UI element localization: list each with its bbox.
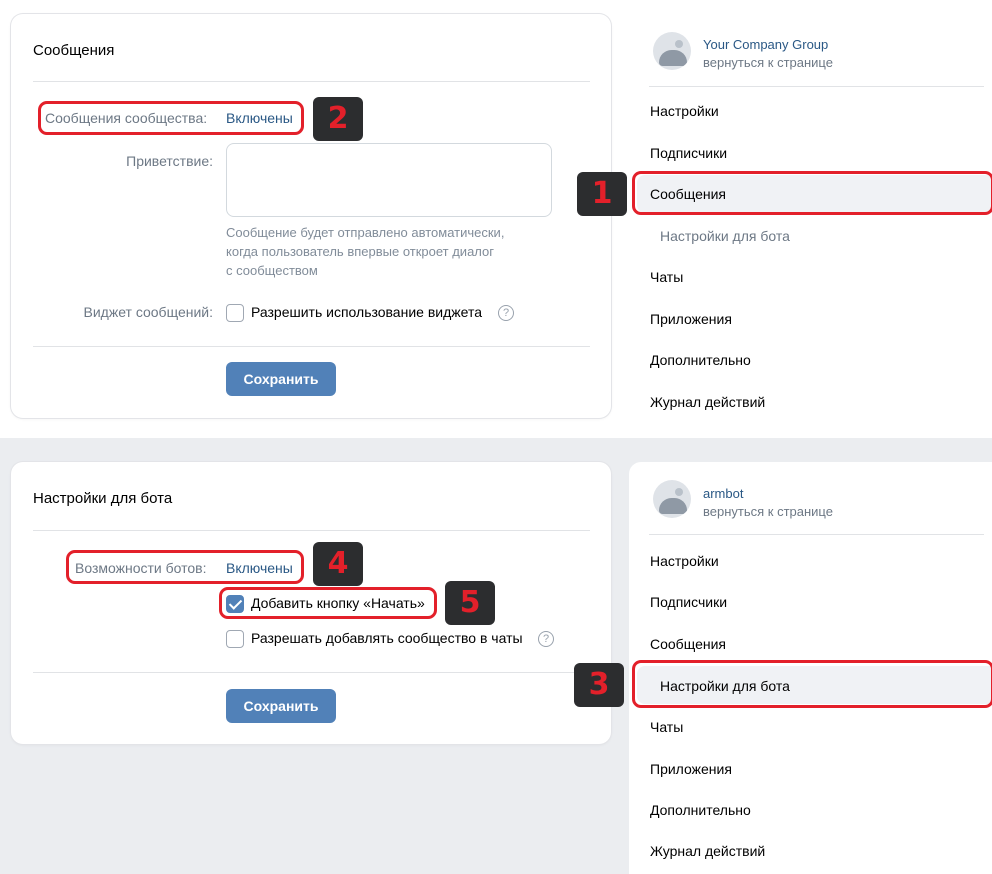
highlight-community-messages <box>38 101 304 135</box>
help-icon[interactable]: ? <box>498 305 514 321</box>
greeting-hint-line-2: когда пользователь впервые откроет диало… <box>226 244 495 259</box>
widget-checkbox-label[interactable]: Разрешить использование виджета <box>251 304 482 320</box>
nav-item-subscribers[interactable]: Подписчики <box>650 594 727 610</box>
group-avatar <box>653 32 691 70</box>
group-name-link[interactable]: Your Company Group <box>703 37 828 52</box>
nav-item-action-log[interactable]: Журнал действий <box>650 394 765 410</box>
step-badge-1: 1 <box>577 172 627 216</box>
card-title: Сообщения <box>33 42 115 59</box>
allow-chats-checkbox-label[interactable]: Разрешать добавлять сообщество в чаты <box>251 630 523 646</box>
save-button[interactable]: Сохранить <box>226 689 336 723</box>
step-badge-5: 5 <box>445 581 495 625</box>
highlight-bot-capabilities <box>66 550 304 584</box>
nav-item-chats[interactable]: Чаты <box>650 269 683 285</box>
help-icon[interactable]: ? <box>538 631 554 647</box>
step-badge-3: 3 <box>574 663 624 707</box>
nav-item-apps[interactable]: Приложения <box>650 761 732 777</box>
widget-checkbox[interactable] <box>226 304 244 322</box>
greeting-hint-line-1: Сообщение будет отправлено автоматически… <box>226 225 505 240</box>
greeting-label: Приветствие: <box>126 153 213 169</box>
highlight-start-button <box>219 587 437 619</box>
nav-item-subscribers[interactable]: Подписчики <box>650 145 727 161</box>
greeting-hint-line-3: с сообществом <box>226 263 318 278</box>
card-title: Настройки для бота <box>33 490 173 507</box>
save-button[interactable]: Сохранить <box>226 362 336 396</box>
nav-item-settings[interactable]: Настройки <box>650 103 719 119</box>
nav-item-settings[interactable]: Настройки <box>650 553 719 569</box>
nav-item-additional[interactable]: Дополнительно <box>650 352 751 368</box>
divider <box>33 530 590 531</box>
settings-nav-top: Your Company Group вернуться к странице … <box>629 14 992 432</box>
nav-item-chats[interactable]: Чаты <box>650 719 683 735</box>
step-badge-2: 2 <box>313 97 363 141</box>
nav-divider <box>649 534 984 535</box>
divider <box>33 672 590 673</box>
highlight-nav-messages <box>632 171 992 215</box>
group-name-link[interactable]: armbot <box>703 486 743 501</box>
nav-item-action-log[interactable]: Журнал действий <box>650 843 765 859</box>
group-avatar <box>653 480 691 518</box>
nav-item-messages[interactable]: Сообщения <box>650 636 726 652</box>
divider <box>33 346 590 347</box>
allow-chats-checkbox[interactable] <box>226 630 244 648</box>
messages-settings-card: Сообщения Сообщения сообщества: Включены… <box>11 14 611 418</box>
nav-item-bot-settings[interactable]: Настройки для бота <box>660 228 790 244</box>
greeting-textarea[interactable] <box>226 143 552 217</box>
nav-divider <box>649 86 984 87</box>
back-to-page-link[interactable]: вернуться к странице <box>703 55 833 70</box>
nav-item-additional[interactable]: Дополнительно <box>650 802 751 818</box>
highlight-nav-bot-settings <box>632 660 992 708</box>
nav-item-apps[interactable]: Приложения <box>650 311 732 327</box>
widget-label: Виджет сообщений: <box>83 304 213 320</box>
step-badge-4: 4 <box>313 542 363 586</box>
divider <box>33 81 590 82</box>
back-to-page-link[interactable]: вернуться к странице <box>703 504 833 519</box>
